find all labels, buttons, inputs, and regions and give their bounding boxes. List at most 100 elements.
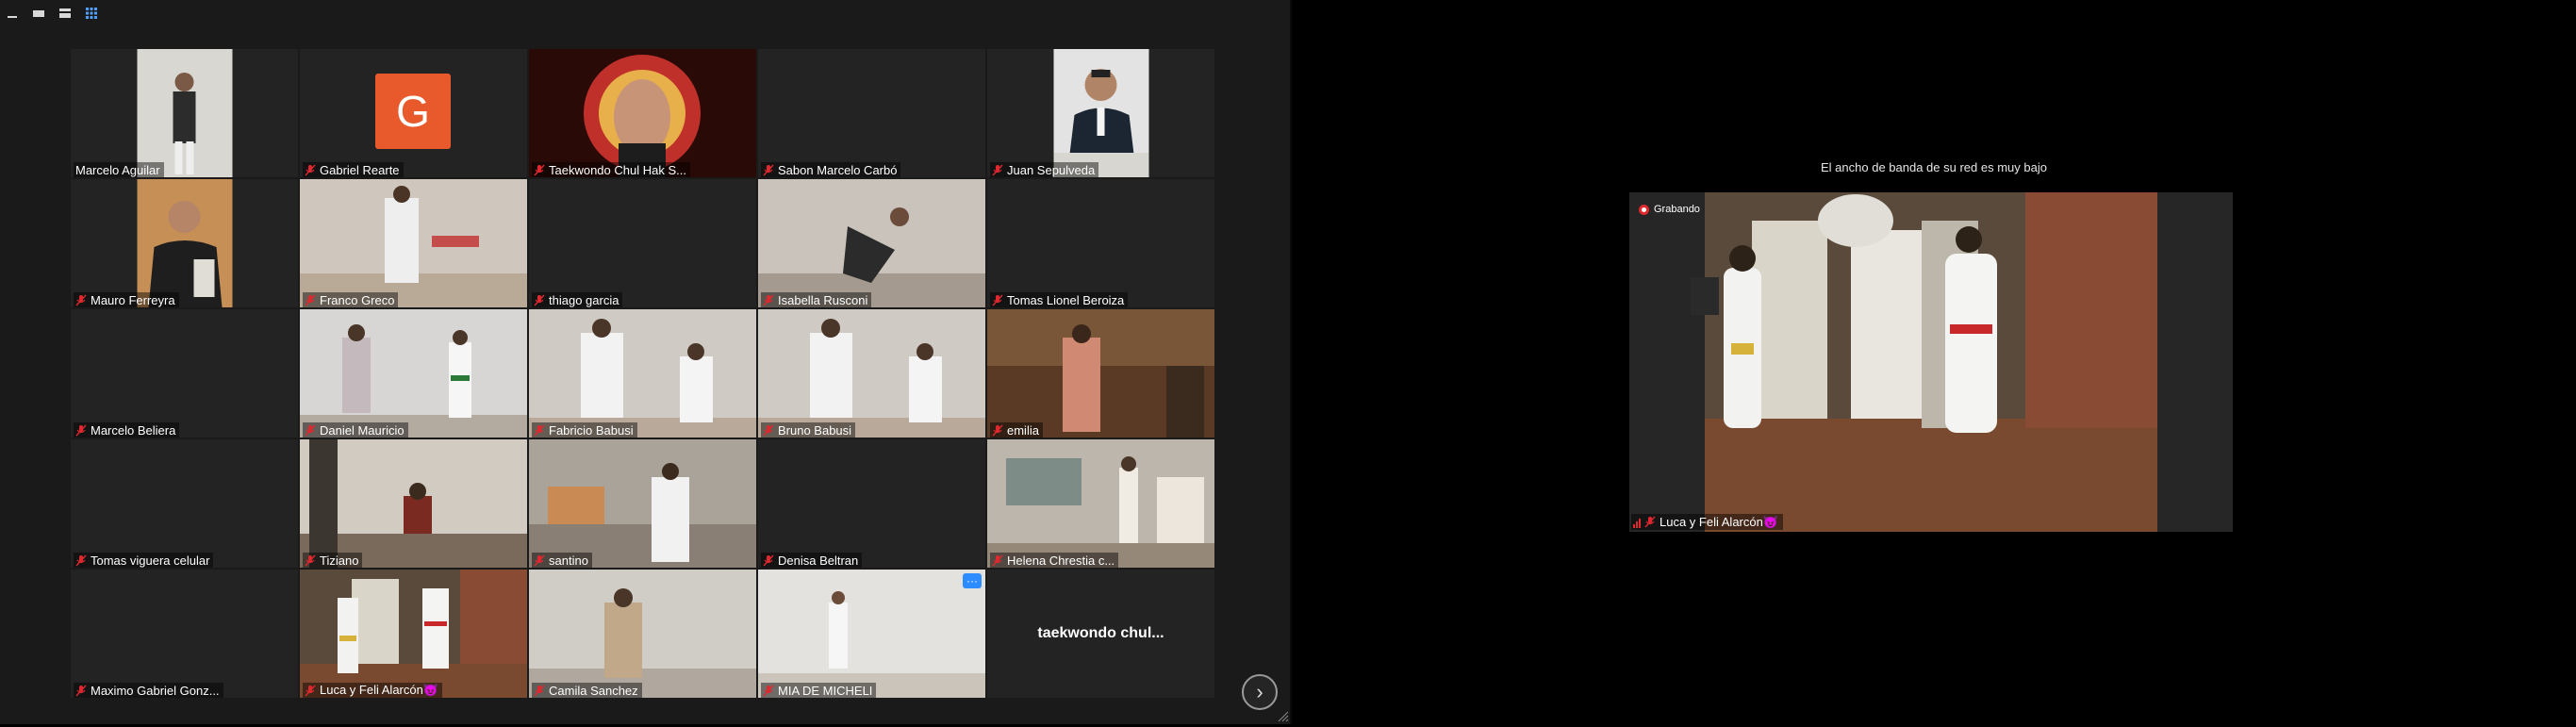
video-frame — [987, 439, 1214, 568]
participant-tile[interactable]: Tomas Lionel Beroiza — [987, 179, 1214, 307]
muted-mic-icon — [305, 424, 316, 437]
participant-tile[interactable]: G Gabriel Rearte — [300, 49, 527, 177]
participant-tile[interactable]: thiago garcia — [529, 179, 756, 307]
participant-tile[interactable]: Juan Sepulveda — [987, 49, 1214, 177]
participant-name: Camila Sanchez — [549, 683, 638, 698]
muted-mic-icon — [534, 294, 545, 306]
strip-view-icon[interactable] — [57, 5, 74, 22]
speaker-name-row: Luca y Feli Alarcón😈 — [1631, 514, 1784, 530]
participant-gallery: Marcelo Aguilar G Gabriel Rearte Taekwondo … — [71, 49, 1215, 700]
participant-tile[interactable]: Mauro Ferreyra — [71, 179, 298, 307]
video-frame — [300, 439, 527, 568]
muted-mic-icon — [763, 685, 774, 697]
gallery-view-icon[interactable] — [83, 5, 100, 22]
recording-icon — [1639, 204, 1649, 215]
network-signal-icon — [1633, 517, 1641, 528]
participant-name: Tomas Lionel Beroiza — [1007, 292, 1125, 307]
muted-mic-icon — [763, 554, 774, 567]
participant-name: Marcelo Beliera — [91, 422, 176, 438]
speaker-video[interactable]: Grabando Luca y Feli Alarcón😈 — [1629, 192, 2233, 532]
participant-tile[interactable]: Tomas viguera celular — [71, 439, 298, 568]
participant-name: Tomas viguera celular — [91, 553, 210, 568]
video-frame — [529, 309, 756, 438]
participant-name-row: Marcelo Aguilar — [74, 162, 164, 177]
participant-tile[interactable]: Fabricio Babusi — [529, 309, 756, 438]
video-frame — [137, 179, 232, 307]
participant-tile[interactable]: Luca y Feli Alarcón😈 — [300, 570, 527, 698]
video-frame — [758, 570, 985, 698]
participant-name: Helena Chrestia c... — [1007, 553, 1115, 568]
participant-name: Luca y Feli Alarcón😈 — [320, 683, 439, 697]
participant-tile[interactable]: Sabon Marcelo Carbó — [758, 49, 985, 177]
participant-name: Sabon Marcelo Carbó — [778, 162, 898, 177]
participant-tile[interactable]: Marcelo Beliera — [71, 309, 298, 438]
participant-tile[interactable]: Isabella Rusconi — [758, 179, 985, 307]
video-frame — [137, 49, 232, 177]
participant-tile[interactable]: Bruno Babusi — [758, 309, 985, 438]
participant-name-row: Juan Sepulveda — [990, 162, 1099, 177]
participant-tile[interactable]: Tiziano — [300, 439, 527, 568]
participant-tile[interactable]: Helena Chrestia c... — [987, 439, 1214, 568]
participant-name-row: Sabon Marcelo Carbó — [761, 162, 901, 177]
participant-tile[interactable]: Taekwondo Chul Hak S... — [529, 49, 756, 177]
participant-tile[interactable]: Franco Greco — [300, 179, 527, 307]
muted-mic-icon — [992, 294, 1003, 306]
video-frame — [300, 309, 527, 438]
participant-name: Mauro Ferreyra — [91, 292, 175, 307]
participant-name-row: Marcelo Beliera — [74, 422, 180, 438]
recording-indicator: Grabando — [1639, 202, 1700, 217]
bandwidth-warning: El ancho de banda de su red es muy bajo — [1821, 160, 2047, 174]
video-frame — [529, 439, 756, 568]
video-frame — [300, 179, 527, 307]
muted-mic-icon — [534, 164, 545, 176]
participant-name-row: santino — [532, 553, 592, 568]
video-frame — [758, 309, 985, 438]
participant-tile[interactable]: Denisa Beltran — [758, 439, 985, 568]
minimize-icon[interactable] — [4, 5, 21, 22]
participant-name-row: Bruno Babusi — [761, 422, 856, 438]
participant-name: Bruno Babusi — [778, 422, 852, 438]
participant-name-row: Taekwondo Chul Hak S... — [532, 162, 690, 177]
participant-name: santino — [549, 553, 588, 568]
participant-tile[interactable]: ··· MIA DE MICHELI — [758, 570, 985, 698]
participant-name: Fabricio Babusi — [549, 422, 634, 438]
muted-mic-icon — [992, 554, 1003, 567]
participant-name-row: Camila Sanchez — [532, 683, 642, 698]
participant-tile[interactable]: Maximo Gabriel Gonz... — [71, 570, 298, 698]
view-toolbar — [4, 4, 100, 23]
participant-tile[interactable]: Camila Sanchez — [529, 570, 756, 698]
resize-grip-icon[interactable] — [1276, 709, 1289, 722]
speaker-view-icon[interactable] — [30, 5, 47, 22]
participant-name-row: Fabricio Babusi — [532, 422, 637, 438]
video-frame — [1053, 49, 1148, 177]
participant-tile[interactable]: taekwondo chul... — [987, 570, 1214, 698]
participant-tile[interactable]: Marcelo Aguilar — [71, 49, 298, 177]
participant-name: Isabella Rusconi — [778, 292, 868, 307]
participant-name-row: Tomas Lionel Beroiza — [990, 292, 1129, 307]
next-page-button[interactable]: › — [1242, 674, 1278, 710]
muted-mic-icon — [75, 685, 87, 697]
participant-name-row: emilia — [990, 422, 1043, 438]
participant-name-row: Tomas viguera celular — [74, 553, 214, 568]
muted-mic-icon — [763, 294, 774, 306]
muted-mic-icon — [534, 554, 545, 567]
participant-name-row: Tiziano — [303, 553, 363, 568]
participant-name-row: Franco Greco — [303, 292, 399, 307]
more-options-button[interactable]: ··· — [963, 573, 982, 588]
muted-mic-icon — [763, 424, 774, 437]
muted-mic-icon — [305, 554, 316, 567]
participant-name: MIA DE MICHELI — [778, 683, 873, 698]
participant-tile[interactable]: emilia — [987, 309, 1214, 438]
participant-tile[interactable]: santino — [529, 439, 756, 568]
muted-mic-icon — [534, 685, 545, 697]
participant-name-row: MIA DE MICHELI — [761, 683, 877, 698]
participant-name-row: Denisa Beltran — [761, 553, 863, 568]
avatar: G — [375, 74, 451, 149]
muted-mic-icon — [1644, 516, 1656, 528]
muted-mic-icon — [75, 424, 87, 437]
video-frame — [987, 309, 1214, 438]
participant-name: Tiziano — [320, 553, 359, 568]
video-frame — [758, 179, 985, 307]
participant-tile[interactable]: Daniel Mauricio — [300, 309, 527, 438]
participant-name: Gabriel Rearte — [320, 162, 400, 177]
